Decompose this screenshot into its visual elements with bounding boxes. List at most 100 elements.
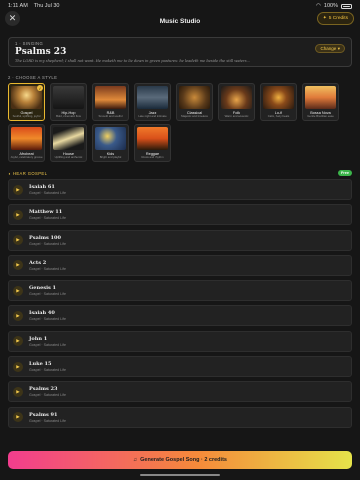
status-time: 1:11 AM xyxy=(8,3,28,9)
headphones-icon: ◗ xyxy=(8,170,11,176)
song-row[interactable]: ▶ Psalms 100 Gospel · Saturated Life xyxy=(8,229,352,251)
battery-percent: 100% xyxy=(323,3,338,9)
song-subtitle: Gospel · Saturated Life xyxy=(29,191,66,195)
song-row[interactable]: ▶ Acts 2 Gospel · Saturated Life xyxy=(8,254,352,276)
play-button[interactable]: ▶ xyxy=(13,235,23,246)
style-desc: Uplifting and anthemic xyxy=(54,155,83,159)
song-subtitle: Gospel · Saturated Life xyxy=(29,266,66,271)
folk-thumbnail xyxy=(221,86,252,109)
style-card-hip-hop[interactable]: Hip-Hop Bold, cinematic flow xyxy=(50,83,87,121)
song-row[interactable]: ▶ Isaiah 40 Gospel · Saturated Life xyxy=(8,305,352,327)
style-card-reggae[interactable]: Reggae Roots and rhythm xyxy=(134,124,171,162)
play-button[interactable]: ▶ xyxy=(13,412,23,423)
song-row[interactable]: ▶ Psalms 91 Gospel · Saturated Life xyxy=(8,406,352,428)
style-desc: Bright and playful xyxy=(99,155,122,159)
style-card-house[interactable]: House Uplifting and anthemic xyxy=(50,124,87,162)
sparkle-icon: ✦ xyxy=(322,16,327,21)
hear-gospel-header: ◗ HEAR GOSPEL Free xyxy=(8,170,352,176)
song-subtitle: Gospel · Saturated Life xyxy=(29,292,66,297)
scripture-title: Psalms 23 xyxy=(15,47,67,57)
style-card-afrobeat[interactable]: Afrobeat Joyful, celebratory groove xyxy=(8,124,45,162)
song-title: John 1 xyxy=(29,335,48,342)
style-card-jazz[interactable]: Jazz Late night and intimate xyxy=(134,83,171,121)
song-subtitle: Gospel · Saturated Life xyxy=(29,368,66,373)
house-thumbnail xyxy=(53,127,84,150)
lofi-thumbnail xyxy=(263,86,294,109)
kids-thumbnail xyxy=(95,127,126,150)
credits-button[interactable]: ✦ 5 Credits xyxy=(316,12,354,25)
play-button[interactable]: ▶ xyxy=(13,285,23,296)
song-subtitle: Gospel · Saturated Life xyxy=(29,342,66,347)
style-desc: Late night and intimate xyxy=(138,114,167,118)
play-button[interactable]: ▶ xyxy=(13,184,23,195)
song-subtitle: Gospel · Saturated Life xyxy=(29,418,66,423)
song-title: Isaiah 40 xyxy=(29,310,55,317)
hear-label-text: HEAR GOSPEL xyxy=(12,170,48,176)
close-icon: ✕ xyxy=(8,13,17,23)
change-button[interactable]: Change ▾ xyxy=(315,44,345,53)
style-desc: Gentle Brazilian ease xyxy=(307,114,334,118)
play-button[interactable]: ▶ xyxy=(13,260,23,271)
play-icon: ▶ xyxy=(16,312,20,318)
song-title: Acts 2 xyxy=(29,259,47,266)
page-title: Music Studio xyxy=(159,17,201,25)
style-card-bossa-nova[interactable]: Bossa Nova Gentle Brazilian ease xyxy=(302,83,339,121)
rnb-thumbnail xyxy=(95,86,126,109)
style-card-classical[interactable]: Classical Majestic and timeless xyxy=(176,83,213,121)
song-title: Psalms 91 xyxy=(29,411,58,418)
play-icon: ▶ xyxy=(16,338,20,344)
status-date: Thu Jul 30 xyxy=(33,3,60,9)
style-card-lofi[interactable]: Lo-fi Calm, hazy beats xyxy=(260,83,297,121)
song-row[interactable]: ▶ Luke 15 Gospel · Saturated Life xyxy=(8,356,352,378)
play-icon: ▶ xyxy=(16,237,20,243)
play-icon: ▶ xyxy=(16,262,20,268)
style-desc: Smooth and soulful xyxy=(98,114,123,118)
song-title: Genesis 1 xyxy=(29,285,57,292)
change-label: Change xyxy=(320,46,337,51)
song-row[interactable]: ▶ Genesis 1 Gospel · Saturated Life xyxy=(8,280,352,302)
free-badge: Free xyxy=(337,170,352,176)
play-button[interactable]: ▶ xyxy=(13,336,23,347)
play-button[interactable]: ▶ xyxy=(13,209,23,220)
play-icon: ▶ xyxy=(16,363,20,369)
song-subtitle: Gospel · Saturated Life xyxy=(29,393,66,398)
scripture-card: 1 · SINGING Psalms 23 The LORD is my she… xyxy=(8,37,352,67)
style-desc: Soulful, uplifting, joyful xyxy=(12,114,41,118)
styles-grid: ✓ Gospel Soulful, uplifting, joyful Hip-… xyxy=(8,83,352,162)
play-button[interactable]: ▶ xyxy=(13,310,23,321)
wifi-icon: ◠ xyxy=(316,3,321,9)
style-desc: Majestic and timeless xyxy=(181,114,208,118)
song-subtitle: Gospel · Saturated Life xyxy=(29,241,66,246)
song-title: Matthew 11 xyxy=(29,209,63,216)
song-row[interactable]: ▶ Matthew 11 Gospel · Saturated Life xyxy=(8,204,352,226)
status-bar: 1:11 AM Thu Jul 30 ◠ 100% xyxy=(0,0,360,12)
style-card-kids[interactable]: Kids Bright and playful xyxy=(92,124,129,162)
hip-hop-thumbnail xyxy=(53,86,84,109)
classical-thumbnail xyxy=(179,86,210,109)
song-row[interactable]: ▶ Isaiah 61 Gospel · Saturated Life xyxy=(8,179,352,200)
play-button[interactable]: ▶ xyxy=(13,361,23,372)
song-row[interactable]: ▶ Psalms 23 Gospel · Saturated Life xyxy=(8,381,352,403)
jazz-thumbnail xyxy=(137,86,168,109)
scripture-section-label: 1 · SINGING xyxy=(15,41,44,46)
style-card-rnb[interactable]: R&B Smooth and soulful xyxy=(92,83,129,121)
generate-button[interactable]: ♫ Generate Gospel Song · 2 credits xyxy=(8,451,352,469)
bossa-nova-thumbnail xyxy=(305,86,336,109)
generate-label: Generate Gospel Song · 2 credits xyxy=(140,457,227,463)
song-row[interactable]: ▶ John 1 Gospel · Saturated Life xyxy=(8,330,352,352)
play-button[interactable]: ▶ xyxy=(13,386,23,397)
play-icon: ▶ xyxy=(16,414,20,420)
reggae-thumbnail xyxy=(137,127,168,150)
header: ✕ Music Studio ✦ 5 Credits xyxy=(0,11,360,29)
check-icon: ✓ xyxy=(37,85,43,91)
battery-icon xyxy=(341,3,352,9)
play-icon: ▶ xyxy=(16,186,20,192)
close-button[interactable]: ✕ xyxy=(5,11,20,26)
chevron-down-icon: ▾ xyxy=(337,45,340,51)
song-title: Luke 15 xyxy=(29,361,52,368)
song-subtitle: Gospel · Saturated Life xyxy=(29,216,66,221)
style-card-folk[interactable]: Folk Warm and acoustic xyxy=(218,83,255,121)
style-section-label: 2 · CHOOSE A STYLE xyxy=(8,75,58,80)
style-card-gospel[interactable]: ✓ Gospel Soulful, uplifting, joyful xyxy=(8,83,45,121)
music-note-icon: ♫ xyxy=(133,457,138,463)
